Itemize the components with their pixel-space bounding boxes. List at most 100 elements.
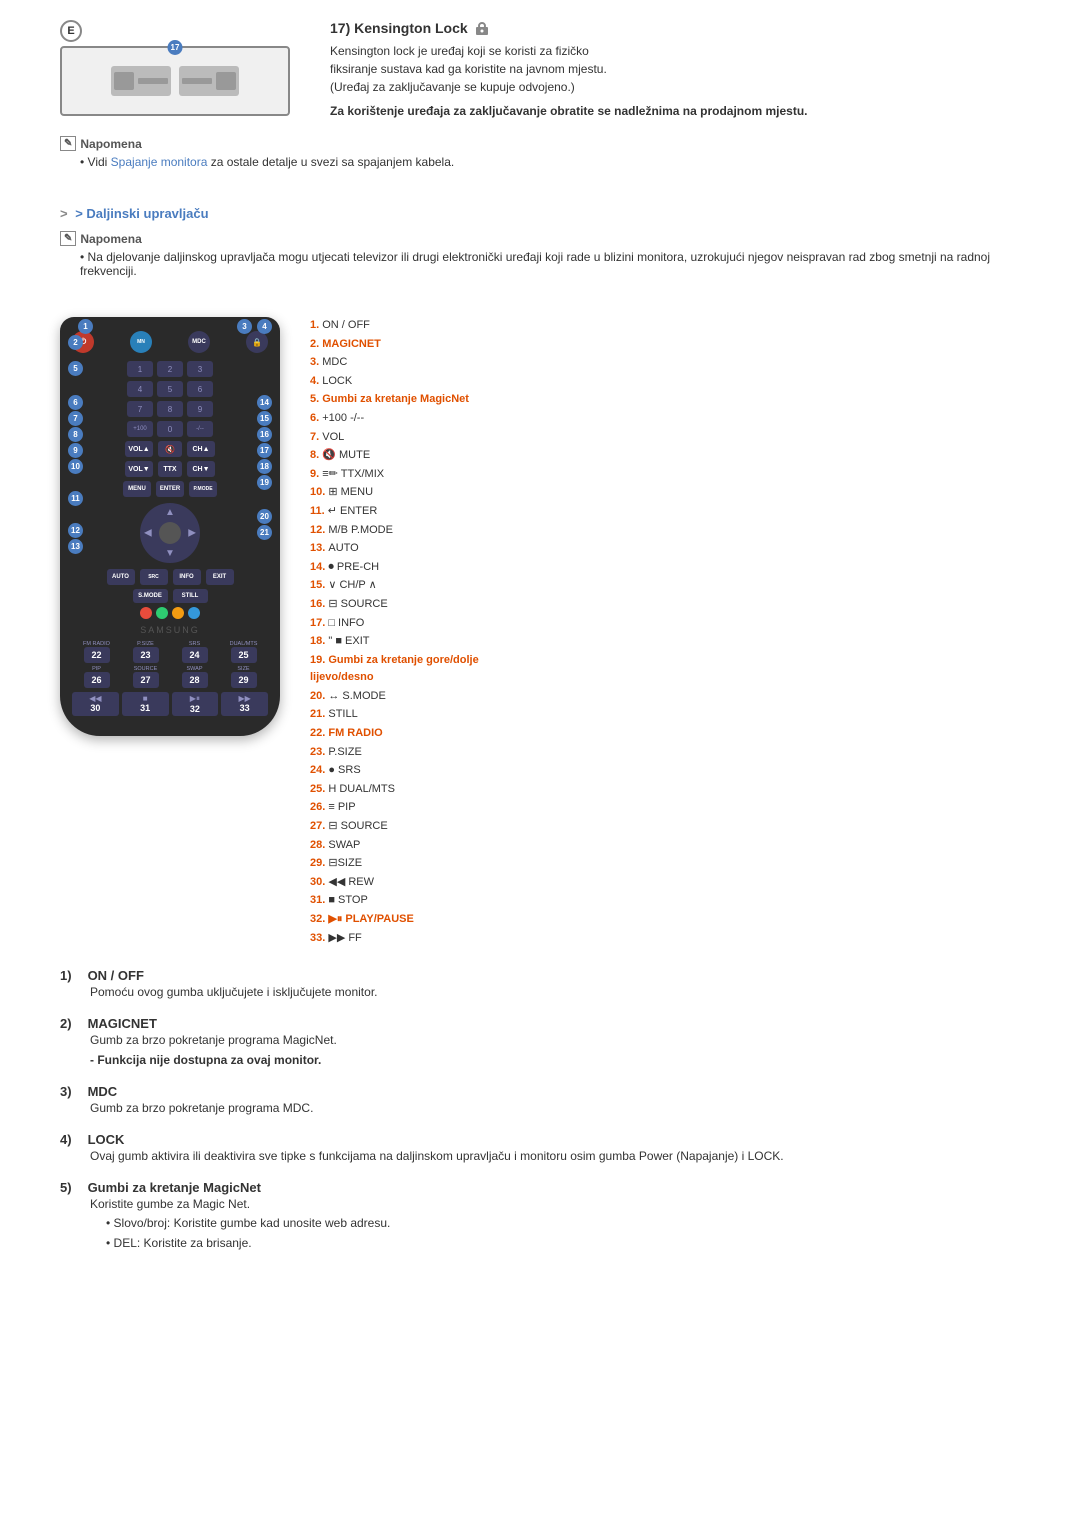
legend-item-4: 5. Gumbi za kretanje MagicNet [310,391,1020,409]
badge-21: 21 [257,525,272,540]
badge-9: 9 [68,443,83,458]
play-num[interactable]: 32 [190,704,200,714]
badge-19: 19 [257,475,272,490]
num-3[interactable]: 3 [187,361,213,377]
legend-item-15: 16. ⊟ SOURCE [310,596,1020,614]
legend-item-16: 17. □ INFO [310,615,1020,633]
still-btn[interactable]: STILL [173,589,208,603]
desc-4: 4) LOCK Ovaj gumb aktivira ili deaktivir… [60,1132,1020,1166]
num-row-1: 1 2 3 [72,361,268,377]
size-btn[interactable]: 29 [231,672,257,688]
note-label-2: ✎ Napomena [60,231,1020,246]
nav-circle[interactable]: ▲ ▼ ◀ ▶ [140,503,200,563]
badge-17r: 17 [257,443,272,458]
legend-item-19: 20. ↔ S.MODE [310,688,1020,706]
green-btn[interactable] [156,607,168,619]
num-1[interactable]: 1 [127,361,153,377]
psize-btn[interactable]: 23 [133,647,159,663]
badge-8: 8 [68,427,83,442]
remote-legend: 1. ON / OFF 2. MAGICNET 3. MDC 4. LOCK 5… [310,317,1020,948]
magicnet-btn[interactable]: MN [130,331,152,353]
pmode-btn[interactable]: P.MODE [189,481,217,497]
blue-btn[interactable] [188,607,200,619]
nav-right[interactable]: ▶ [188,528,196,539]
ff-num[interactable]: 33 [240,703,250,713]
menu-btn[interactable]: MENU [123,481,151,497]
stop-num[interactable]: 31 [140,703,150,713]
badge-2: 2 [68,335,83,350]
ch-up[interactable]: CH▲ [187,441,215,457]
num-row-3: 7 8 9 [72,401,268,417]
dualmts-btn[interactable]: 25 [231,647,257,663]
ttx-btn[interactable]: TTX [158,461,182,477]
rew-num[interactable]: 30 [90,703,100,713]
ch-down[interactable]: CH▼ [187,461,215,477]
num-6[interactable]: 6 [187,381,213,397]
desc-title-4: LOCK [88,1132,125,1147]
kensington-info: 17) Kensington Lock Kensington lock je u… [330,20,808,120]
source2-btn[interactable]: 27 [133,672,159,688]
badge-14: 14 [257,395,272,410]
num-4[interactable]: 4 [127,381,153,397]
top-device-section: E 17 17) Kensington Lock [60,20,1020,120]
smode-btn[interactable]: S.MODE [133,589,168,603]
remote-legend-section: 1 2 3 4 5 6 7 8 9 10 11 12 13 14 15 16 1… [60,317,1020,948]
spajanje-link[interactable]: Spajanje monitora [111,155,208,169]
desc-body-2: Gumb za brzo pokretanje programa MagicNe… [90,1031,1020,1069]
legend-item-5: 6. +100 -/-- [310,410,1020,428]
yellow-btn[interactable] [172,607,184,619]
legend-item-18: 19. Gumbi za kretanje gore/doljelijevo/d… [310,652,1020,687]
nav-down[interactable]: ▼ [165,548,175,559]
desc-num-3: 3) [60,1084,72,1099]
color-btns [72,607,268,619]
lock-icon [474,20,490,36]
device-diagram: E 17 [60,20,290,116]
legend-item-6: 7. VOL [310,429,1020,447]
badge-20: 20 [257,509,272,524]
vol-up[interactable]: VOL▲ [125,441,153,457]
srs-btn[interactable]: 24 [182,647,208,663]
kensington-bold: Za korištenje uređaja za zaključavanje o… [330,102,808,120]
num-7[interactable]: 7 [127,401,153,417]
desc-1: 1) ON / OFF Pomoću ovog gumba uključujet… [60,968,1020,1002]
num-row-2: 4 5 6 [72,381,268,397]
vol-down[interactable]: VOL▼ [125,461,153,477]
desc-sub-1: • Slovo/broj: Koristite gumbe kad unosit… [106,1214,1020,1233]
num-9[interactable]: 9 [187,401,213,417]
red-btn[interactable] [140,607,152,619]
source-btn[interactable]: SRC [140,569,168,585]
info-btn[interactable]: INFO [173,569,201,585]
nav-up[interactable]: ▲ [165,507,175,518]
legend-item-24: 25. H DUAL/MTS [310,781,1020,799]
fmradio-btn[interactable]: 22 [84,647,110,663]
auto-btn[interactable]: AUTO [107,569,135,585]
mdc-btn[interactable]: MDC [188,331,210,353]
legend-item-11: 12. M/B P.MODE [310,522,1020,540]
badge-6: 6 [68,395,83,410]
num-plus100[interactable]: +100 [127,421,153,437]
labeled-row-2: PIP 26 SOURCE 27 SWAP 28 SIZE 29 [72,666,268,688]
legend-item-10: 11. ↵ ENTER [310,503,1020,521]
desc-sub-2: • DEL: Koristite za brisanje. [106,1234,1020,1253]
exit-btn[interactable]: EXIT [206,569,234,585]
badge-5: 5 [68,361,83,376]
desc-3: 3) MDC Gumb za brzo pokretanje programa … [60,1084,1020,1118]
legend-item-21: 22. FM RADIO [310,725,1020,743]
legend-item-31: 32. ▶⏸ PLAY/PAUSE [310,911,1020,929]
pip-btn[interactable]: 26 [84,672,110,688]
num-dash[interactable]: -/-- [187,421,213,437]
nav-center[interactable] [159,522,181,544]
legend-item-9: 10. ⊞ MENU [310,484,1020,502]
nav-left[interactable]: ◀ [144,528,152,539]
num-8[interactable]: 8 [157,401,183,417]
lock-btn[interactable]: 🔒 [246,331,268,353]
enter-btn[interactable]: ENTER [156,481,184,497]
num-2[interactable]: 2 [157,361,183,377]
num-5[interactable]: 5 [157,381,183,397]
swap-btn[interactable]: 28 [182,672,208,688]
mute-btn[interactable]: 🔇 [158,441,182,457]
remote-logo: SAMSUNG [72,625,268,635]
num-0[interactable]: 0 [157,421,183,437]
desc-num-1: 1) [60,968,72,983]
kensington-title: 17) Kensington Lock [330,20,808,36]
